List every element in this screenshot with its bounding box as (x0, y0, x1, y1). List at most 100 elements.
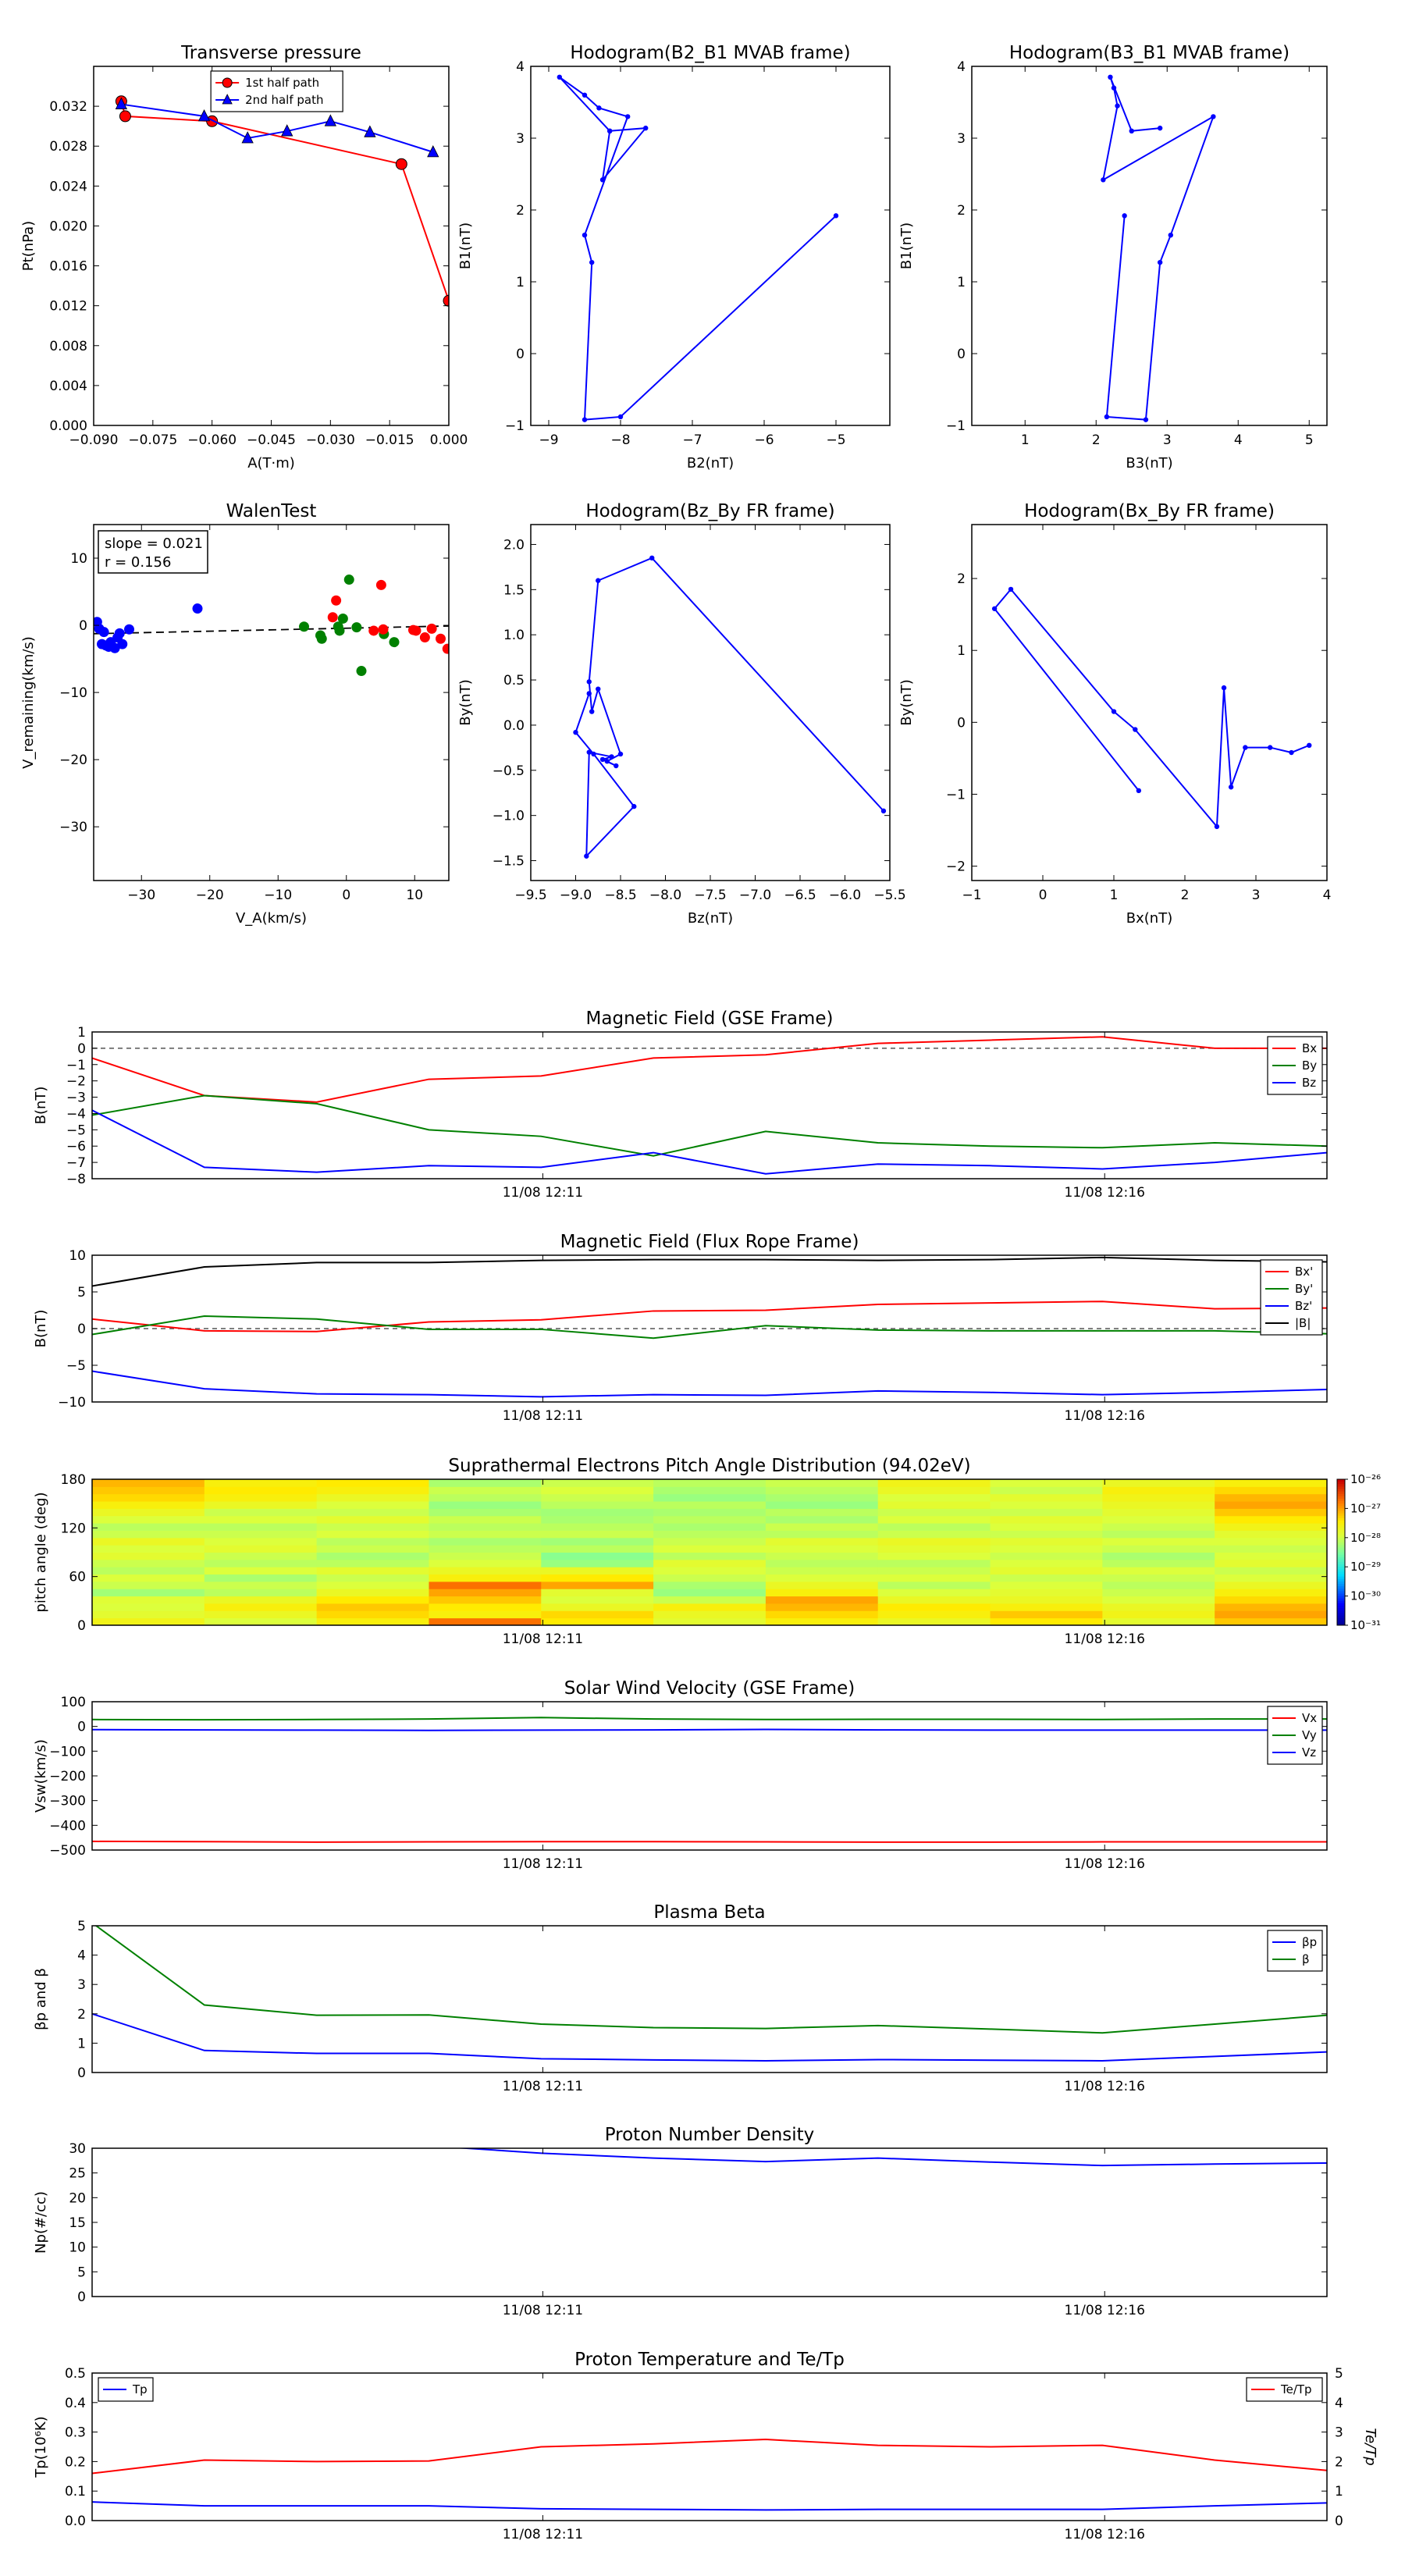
heatmap-cell (990, 1552, 1103, 1560)
heatmap-cell (429, 1545, 542, 1553)
data-point-dot (1214, 824, 1220, 830)
x-tick-label: 11/08 12:16 (1065, 1408, 1145, 1424)
heatmap-cell (765, 1515, 879, 1524)
data-point-dot (604, 759, 610, 764)
x-tick-label: −8.5 (604, 888, 636, 903)
heatmap-cell (765, 1567, 879, 1575)
heatmap-cell (429, 1537, 542, 1546)
scatter-point (426, 623, 437, 634)
x-tick-label: 11/08 12:11 (503, 2527, 583, 2542)
heatmap-cell (541, 1501, 654, 1509)
x-tick-label: 2 (1092, 432, 1101, 448)
heatmap-cell (316, 1493, 429, 1502)
y-tick-label: −30 (59, 820, 87, 835)
y-tick-label: −20 (59, 753, 87, 768)
heatmap-cell (653, 1559, 767, 1567)
chart-title: WalenTest (226, 501, 317, 521)
heatmap-cell (990, 1617, 1103, 1625)
heatmap-cell (765, 1486, 879, 1495)
heatmap-cell (1215, 1610, 1327, 1619)
y-axis-label: Tp(10⁶K) (33, 2416, 49, 2478)
scatter-point (192, 603, 203, 614)
colorbar-swatch (1337, 1539, 1345, 1543)
y-tick-label: −400 (49, 1818, 86, 1834)
heatmap-cell (653, 1617, 767, 1625)
legend-label: β (1302, 1952, 1310, 1966)
y-tick-label: 1.0 (503, 628, 525, 643)
y-tick-label: −1.0 (493, 809, 525, 824)
x-tick-label: 2 (1181, 888, 1190, 903)
data-point-dot (1307, 742, 1312, 749)
y-tick-label: 2 (957, 571, 966, 587)
heatmap-cell (1215, 1574, 1327, 1582)
heatmap-cell (541, 1479, 654, 1487)
y-axis-label: Pt(nPa) (20, 221, 37, 271)
data-point-dot (631, 803, 637, 809)
series-line-Vx (92, 1840, 1327, 1843)
colorbar-label: 10⁻³⁰ (1350, 1589, 1381, 1603)
heatmap-cell (877, 1574, 991, 1582)
heatmap-cell (877, 1596, 991, 1604)
data-point-dot (589, 709, 595, 714)
heatmap-cell (1215, 1537, 1327, 1546)
y-tick-label: 0.004 (49, 379, 87, 394)
heatmap-cell (1102, 1589, 1215, 1597)
heatmap-cell (204, 1617, 318, 1625)
x-axis-label: V_A(km/s) (236, 910, 307, 927)
y-tick-label: −2 (946, 859, 966, 875)
heatmap-cell (1102, 1523, 1215, 1531)
y-tick-label: 0.0 (65, 2514, 86, 2529)
colorbar-swatch (1337, 1606, 1345, 1609)
heatmap-cell (429, 1559, 542, 1567)
heatmap-cell (204, 1559, 318, 1567)
heatmap-cell (429, 1515, 542, 1524)
data-point-dot (596, 578, 601, 583)
heatmap-cell (92, 1508, 205, 1517)
y-tick-label: 1 (516, 275, 525, 290)
heatmap-cell (990, 1486, 1103, 1495)
heatmap-cell (429, 1574, 542, 1582)
heatmap-cell (541, 1493, 654, 1502)
x-axis-label: B2(nT) (687, 455, 734, 471)
heatmap-cell (653, 1515, 767, 1524)
colorbar-swatch (1337, 1578, 1345, 1582)
heatmap-cell (541, 1610, 654, 1619)
x-tick-label: −1 (962, 888, 981, 903)
x-tick-label: 11/08 12:16 (1065, 1631, 1145, 1647)
heatmap-cell (316, 1567, 429, 1575)
y-axis-label: pitch angle (deg) (33, 1492, 49, 1612)
legend: Tp (98, 2377, 154, 2402)
colorbar-swatch (1337, 1596, 1345, 1599)
colorbar-swatch (1337, 1515, 1345, 1519)
heatmap-cell (204, 1567, 318, 1575)
data-point-dot (1157, 259, 1163, 265)
heatmap-cell (765, 1574, 879, 1582)
colorbar-swatch (1337, 1598, 1345, 1602)
heatmap-cell (877, 1589, 991, 1597)
heatmap-cell (429, 1530, 542, 1539)
heatmap-cell (316, 1574, 429, 1582)
heatmap-cell (653, 1530, 767, 1539)
data-point-dot (1211, 114, 1216, 119)
scatter-point (114, 628, 125, 639)
x-tick-label: 11/08 12:11 (503, 1185, 583, 1201)
heatmap-cell (316, 1610, 429, 1619)
heatmap-cell (1102, 1545, 1215, 1553)
y2-tick-label: 0 (1335, 2514, 1343, 2529)
heatmap-cell (429, 1508, 542, 1517)
data-point-dot (607, 128, 613, 133)
colorbar-swatch (1337, 1503, 1345, 1507)
chart-title: Hodogram(Bx_By FR frame) (1024, 501, 1275, 521)
colorbar-swatch (1337, 1525, 1345, 1528)
heatmap-cell (204, 1589, 318, 1597)
x-tick-label: 11/08 12:16 (1065, 2303, 1145, 2318)
heatmap-cell (1215, 1486, 1327, 1495)
data-point-dot (649, 555, 655, 561)
x-tick-label: 4 (1234, 432, 1243, 448)
heatmap-cell (1102, 1515, 1215, 1524)
heatmap-cell (204, 1515, 318, 1524)
heatmap-cell (316, 1545, 429, 1553)
colorbar-swatch (1337, 1613, 1345, 1617)
heatmap-cell (765, 1493, 879, 1502)
heatmap-cell (653, 1545, 767, 1553)
